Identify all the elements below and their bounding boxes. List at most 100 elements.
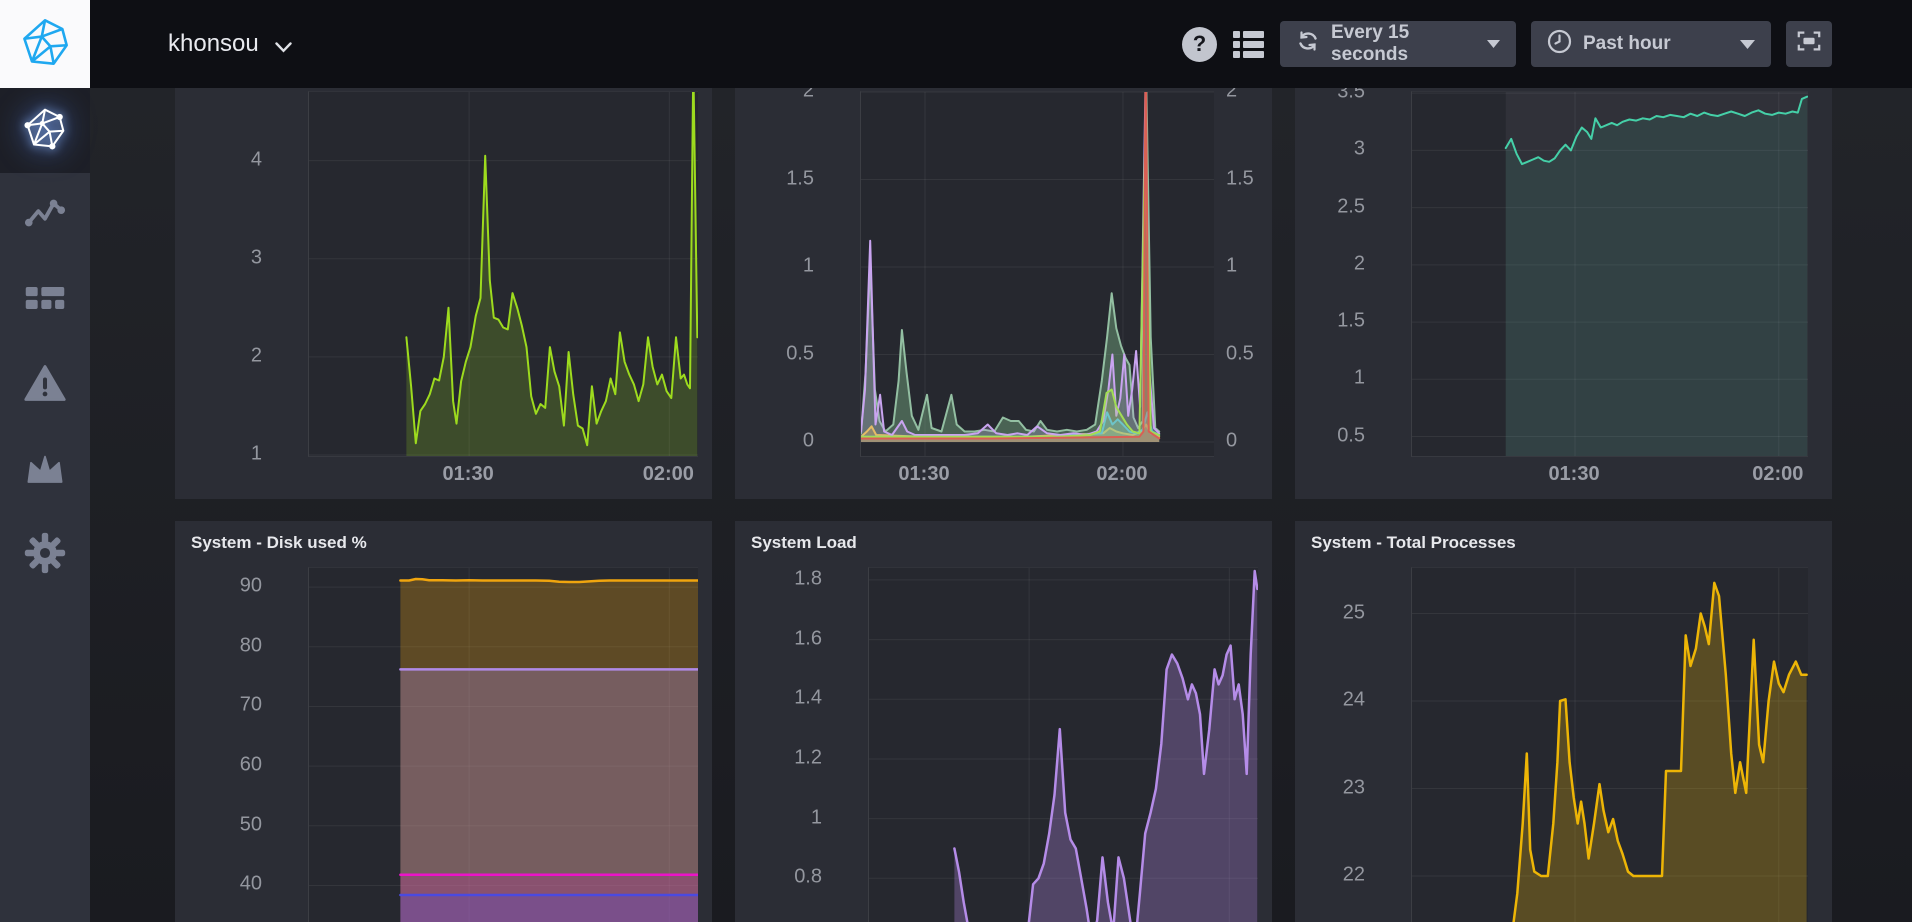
y-tick-label: 1 [1354,367,1365,390]
y-tick-label: 1.4 [794,687,822,710]
dashboard-switcher[interactable]: khonsou [168,28,292,60]
y-tick-label: 60 [240,754,262,777]
y-tick-label: 1.5 [786,167,814,190]
y-tick-label: 2 [251,344,262,367]
x-axis: 01:30 02:00 [1295,457,1832,499]
refresh-interval-label: Every 15 seconds [1331,22,1462,66]
x-tick-label: 01:30 [1548,463,1599,486]
time-range-label: Past hour [1583,33,1671,55]
list-icon [1232,28,1265,60]
y-tick-label: 1.5 [1226,167,1254,190]
fullscreen-icon [1796,29,1822,59]
y-tick-label: 24 [1343,689,1365,712]
chart-canvas [1412,568,1808,922]
y-axis: 1.81.61.41.210.80.6 [735,567,868,922]
refresh-icon [1296,29,1320,59]
y-tick-label: 0.5 [786,342,814,365]
y-tick-label: 1.2 [794,746,822,769]
chart-plot[interactable] [308,567,698,922]
sidebar-item-dashboards[interactable] [0,258,90,343]
chart-plot[interactable] [308,91,698,457]
clock-icon [1547,29,1572,60]
y-tick-label: 40 [240,873,262,896]
sidebar-item-alerting[interactable] [0,343,90,428]
series-fill-green [406,92,697,456]
time-range-dropdown[interactable]: Past hour [1531,21,1771,67]
panel-title[interactable]: System - Disk used % [175,521,712,567]
list-button[interactable] [1232,28,1265,60]
y-axis: 25 24 23 22 [1295,567,1411,922]
y-tick-label: 50 [240,813,262,836]
x-tick-label: 02:00 [1752,463,1803,486]
chart-plot[interactable] [860,91,1214,457]
gear-icon [23,531,67,580]
y-tick-label: 2 [803,88,814,103]
series-fill-blue [400,895,698,922]
y-tick-label: 2 [1354,252,1365,275]
y-tick-label: 0.5 [1226,342,1254,365]
chart-canvas [869,568,1258,922]
dashboard-canvas: 4321 01:3002:00 21.510.5021.510.50 01:30… [90,88,1912,922]
sidebar-item-status[interactable] [0,88,90,173]
y-tick-label: 1.6 [794,627,822,650]
y-tick-label: 0.8 [794,866,822,889]
top-nav: khonsou ? Every 15 seconds [0,0,1912,88]
y-tick-label: 3 [1354,138,1365,161]
help-glyph: ? [1193,31,1206,57]
y-axis: 2 1.5 1 0.5 0 [735,91,860,457]
chart-canvas [309,92,698,456]
refresh-interval-dropdown[interactable]: Every 15 seconds [1280,21,1516,67]
chart-canvas [861,92,1214,456]
y-tick-label: 80 [240,634,262,657]
panel-title[interactable]: System Load [735,521,1272,567]
panel-3: 3.532.521.510.5 01:3002:00 [1295,88,1832,499]
chevron-down-icon [275,32,292,60]
y-tick-label: 1.5 [1337,310,1365,333]
y-tick-label: 1.8 [794,567,822,590]
panel-title[interactable]: System - Total Processes [1295,521,1832,567]
chart-canvas [309,568,698,922]
y-tick-label: 1 [803,255,814,278]
y-tick-label: 90 [240,575,262,598]
x-axis: 01:3002:00 [735,457,1272,499]
panel-1: 4321 01:3002:00 [175,88,712,499]
grid-icon [23,276,67,325]
y-tick-label: 25 [1343,601,1365,624]
x-tick-label: 02:00 [643,463,694,486]
y-tick-label: 4 [251,148,262,171]
app-logo[interactable] [0,0,90,88]
sidebar-item-configuration[interactable] [0,513,90,598]
chart-plot[interactable] [1411,567,1808,922]
nav-controls: ? Every 15 seconds [1182,21,1912,67]
y-axis-right: 21.510.50 [1214,91,1272,457]
chart-canvas [1412,92,1808,456]
logo-gem-icon [19,16,71,73]
panel-system-load: System Load 1.81.61.41.210.80.6 01:3002:… [735,521,1272,922]
y-tick-label: 70 [240,694,262,717]
y-axis: 3.532.521.510.5 [1295,91,1411,457]
panel-grid: 4321 01:3002:00 21.510.5021.510.50 01:30… [90,88,1912,922]
dashboard-name: khonsou [168,30,259,58]
chart-plot[interactable] [868,567,1258,922]
cluster-icon [23,106,67,155]
caret-down-icon [1740,40,1755,49]
y-tick-label: 23 [1343,776,1365,799]
y-tick-label: 22 [1343,864,1365,887]
y-tick-label: 0 [803,430,814,453]
y-tick-label: 2.5 [1337,195,1365,218]
y-axis: 4321 [175,91,308,457]
chart-plot[interactable] [1411,91,1808,457]
alert-triangle-icon [23,362,67,409]
crown-icon [24,450,66,491]
sidebar-item-data-explorer[interactable] [0,173,90,258]
x-axis: 01:3002:00 [175,457,712,499]
series-fill-purple [954,571,1257,922]
x-tick-label: 01:30 [898,463,949,486]
help-button[interactable]: ? [1182,27,1217,62]
sidebar-item-admin[interactable] [0,428,90,513]
panel-disk-used: System - Disk used % 908070605040 01:300… [175,521,712,922]
y-tick-label: 0 [1226,430,1237,453]
y-tick-label: 2 [1226,88,1237,103]
presentation-mode-button[interactable] [1786,21,1832,67]
y-tick-label: 0.5 [1337,424,1365,447]
